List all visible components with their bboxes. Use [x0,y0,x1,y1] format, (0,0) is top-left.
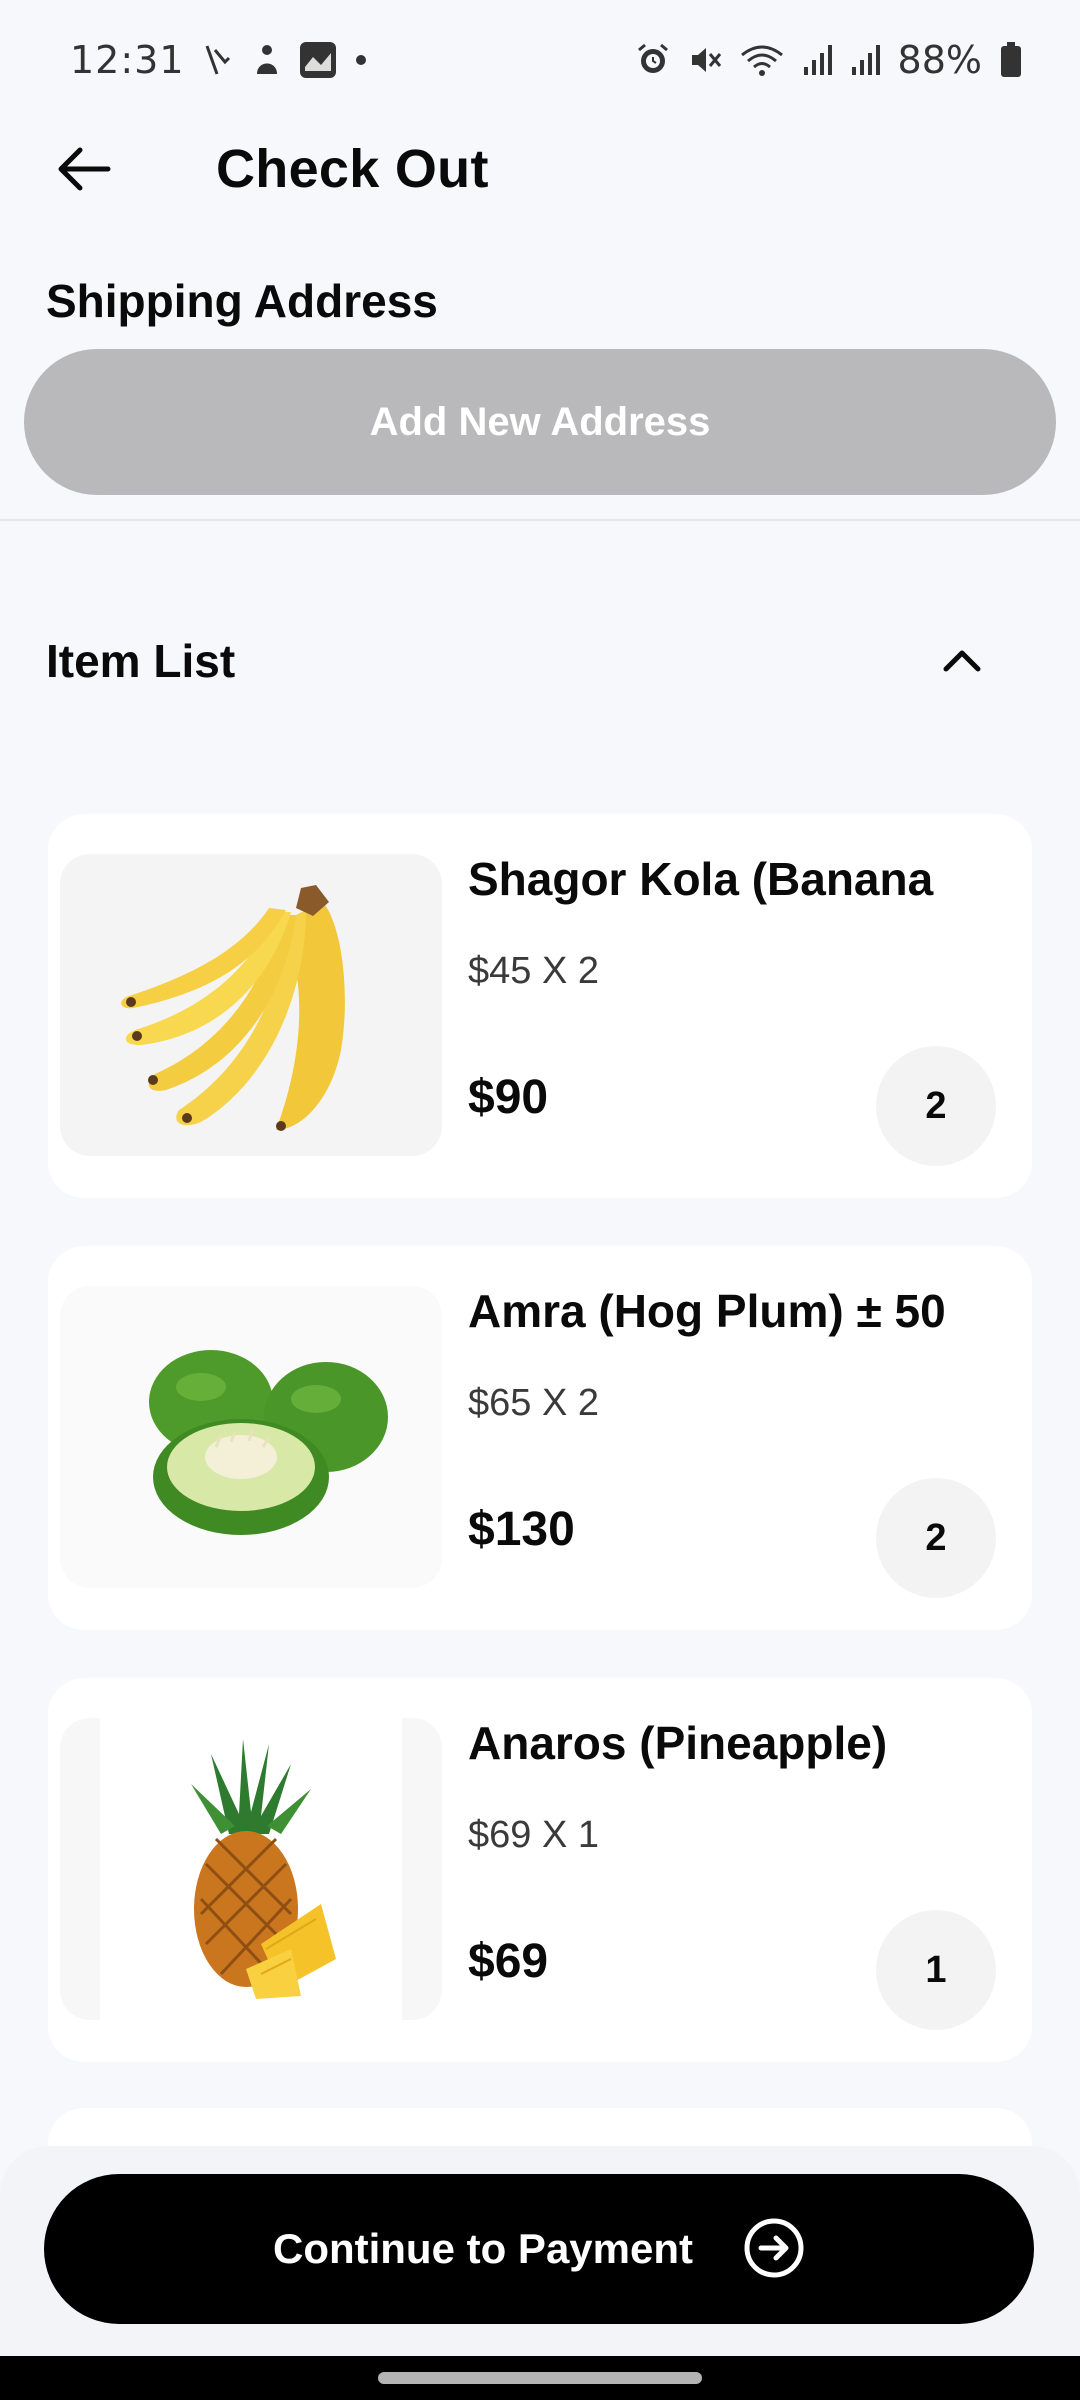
cart-item[interactable]: Anaros (Pineapple) $69 X 1 $69 1 [48,1678,1032,2062]
battery-icon [1000,42,1022,78]
scribble-icon [203,42,233,78]
item-name: Anaros (Pineapple) [468,1717,888,1769]
mute-icon [688,43,722,77]
alarm-icon [636,43,670,77]
continue-to-payment-button[interactable]: Continue to Payment [44,2174,1034,2324]
signal-icon [850,43,880,77]
item-unit-price: $65 X 2 [468,1382,599,1424]
arrow-left-icon [56,146,112,197]
item-total: $130 [468,1503,575,1556]
wifi-icon [740,43,784,77]
item-unit-price: $69 X 1 [468,1814,599,1856]
cart-item[interactable]: Amra (Hog Plum) ± 50 $65 X 2 $130 2 [48,1246,1032,1630]
quantity-badge: 1 [876,1910,996,2030]
item-list-title: Item List [46,635,236,687]
chevron-up-icon [940,645,984,680]
add-new-address-button[interactable]: Add New Address [24,349,1056,495]
page-title: Check Out [216,139,489,199]
quantity-badge: 2 [876,1478,996,1598]
back-button[interactable] [52,146,116,196]
status-right: 88% [636,38,1022,82]
status-left: 12:31 [70,38,367,82]
status-time: 12:31 [70,38,185,82]
item-total: $90 [468,1071,549,1124]
shipping-address-title: Shipping Address [46,275,438,327]
person-notification-icon [251,42,281,78]
pineapple-image [60,1718,442,2020]
home-indicator[interactable] [378,2372,702,2384]
quantity-badge: 2 [876,1046,996,1166]
app-notification-icon [299,41,337,79]
status-bar: 12:31 88% [0,0,1080,120]
item-name: Amra (Hog Plum) ± 50 [468,1285,946,1337]
app-header: Check Out [0,120,1080,220]
banana-image [60,854,442,1156]
arrow-right-circle-icon [743,2217,805,2282]
hog-plum-image [60,1286,442,1588]
battery-percent: 88% [897,38,982,82]
dot-icon [355,54,367,66]
item-unit-price: $45 X 2 [468,950,599,992]
item-name: Shagor Kola (Banana [468,853,934,905]
item-total: $69 [468,1935,549,1988]
cart-item[interactable]: Shagor Kola (Banana $45 X 2 $90 2 [48,814,1032,1198]
item-list-toggle[interactable] [936,636,988,688]
signal-icon [802,43,832,77]
divider [0,519,1080,521]
continue-label: Continue to Payment [272,2225,694,2272]
